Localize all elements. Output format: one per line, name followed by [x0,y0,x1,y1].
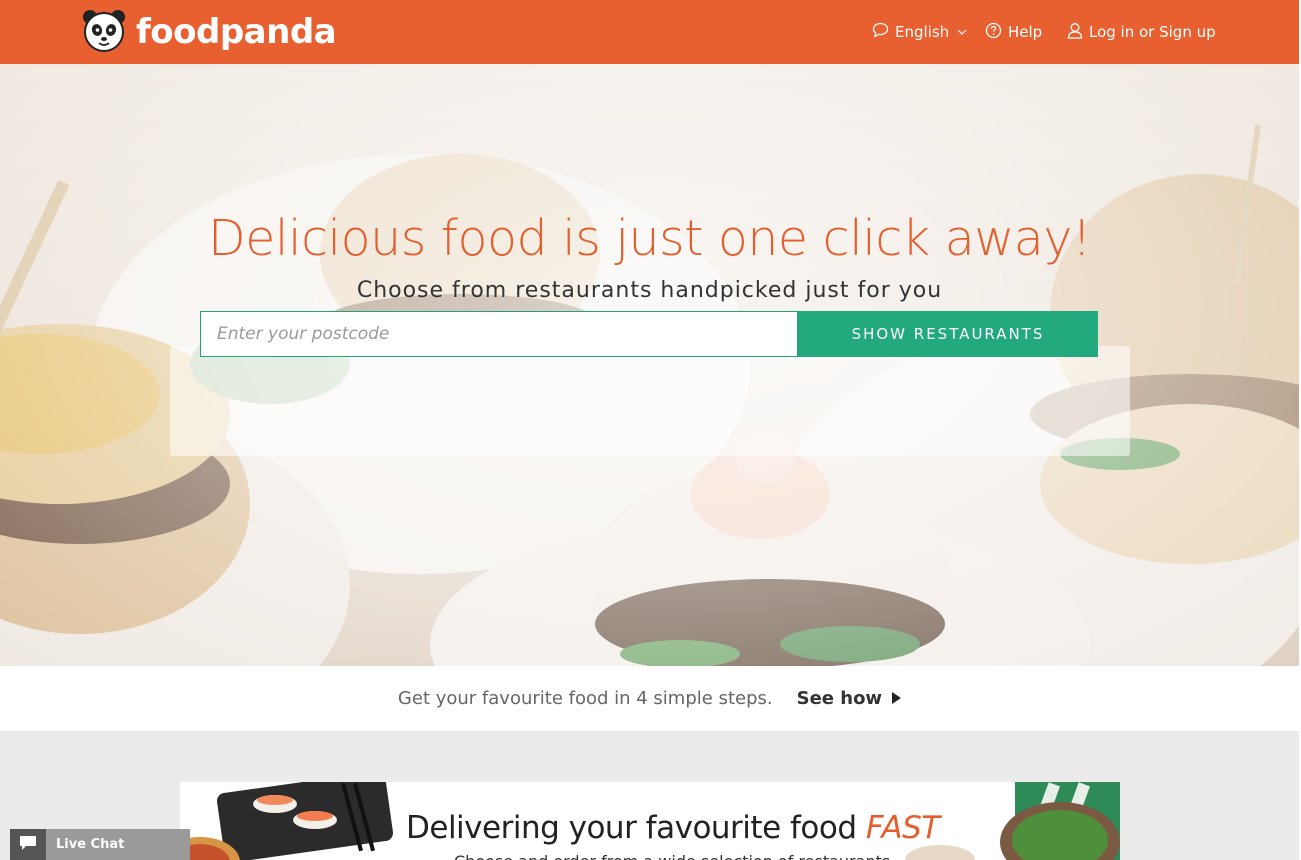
login-signup-link[interactable]: Log in or Sign up [1067,22,1216,43]
language-label: English [895,23,950,41]
question-circle-icon [985,22,1002,43]
help-link[interactable]: Help [985,22,1042,43]
play-triangle-icon [892,688,902,709]
see-how-label: See how [796,688,883,709]
hero-subtitle: Choose from restaurants handpicked just … [356,278,943,303]
user-icon [1067,22,1083,43]
language-selector[interactable]: English [872,22,967,42]
search-panel [170,346,1130,456]
brand-logo[interactable]: foodpanda [82,8,337,56]
postcode-input[interactable] [200,311,798,357]
chat-bubble-icon [19,835,37,855]
banner-title: Delivering your favourite food FAST [406,810,940,846]
hero-section: Delicious food is just one click away! C… [0,64,1299,666]
steps-strip: Get your favourite food in 4 simple step… [0,666,1299,731]
login-nav: Log in or Sign up [1067,0,1216,64]
live-chat-label: Live Chat [56,837,125,852]
steps-text: Get your favourite food in 4 simple step… [397,688,773,709]
see-how-link[interactable]: See how [796,688,902,709]
promo-banner: Delivering your favourite food FAST Choo… [180,782,1120,860]
speech-bubble-icon [872,22,889,42]
chevron-down-icon [957,26,967,39]
banner-subtitle: Choose and order from a wide selection o… [454,852,890,860]
brand-name: foodpanda [136,12,337,52]
help-label: Help [1008,23,1043,41]
help-nav: Help [985,0,1042,64]
live-chat-icon-box [10,829,46,860]
language-nav: English [872,0,967,64]
banner-title-prefix: Delivering your favourite food [406,810,866,846]
banner-title-accent: FAST [865,810,940,846]
panda-logo-icon [82,8,126,56]
top-header: foodpanda English Help Log in or Sign up [0,0,1301,64]
live-chat-button[interactable]: Live Chat [10,829,190,860]
login-label: Log in or Sign up [1089,23,1216,41]
hero-title: Delicious food is just one click away! [208,210,1091,267]
show-restaurants-button[interactable]: SHOW RESTAURANTS [798,311,1098,357]
